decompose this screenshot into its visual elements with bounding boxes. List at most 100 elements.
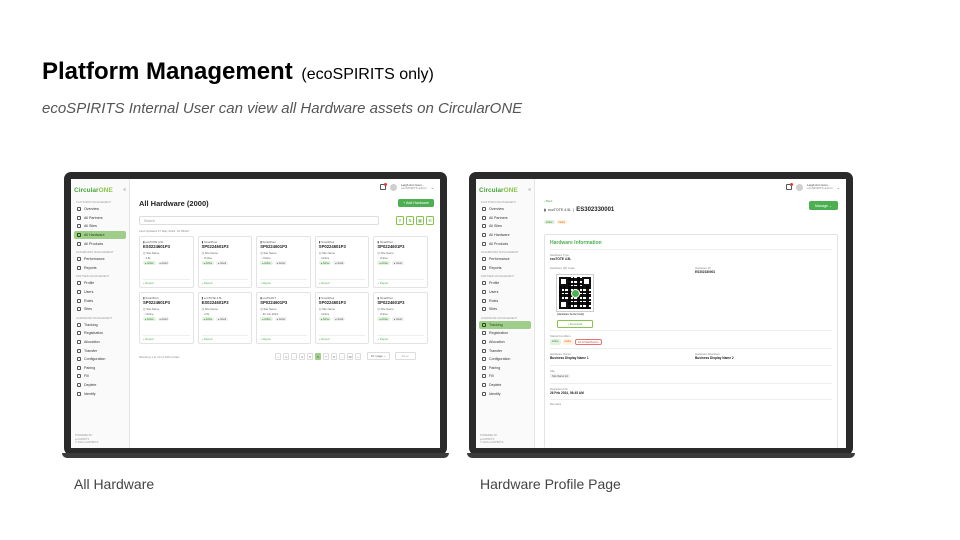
sidebar-item-all-products[interactable]: All Products [479,239,531,248]
report-link[interactable]: + Report [377,278,424,285]
collapse-sidebar-icon[interactable]: « [528,187,531,193]
sidebar-item-roles[interactable]: Roles [479,296,531,305]
sidebar-item-overview[interactable]: Overview [479,205,531,214]
page-button[interactable]: 4 [299,352,305,360]
sidebar-item-overview[interactable]: Overview [74,205,126,214]
sidebar-item-sites[interactable]: Sites [74,305,126,314]
sidebar-item-fill[interactable]: Fill [479,372,531,381]
hardware-card[interactable]: ▮ SmartPour SP0224601P3 ◎ Site Name ◌ Onlin… [314,236,370,288]
sidebar-item-transfer[interactable]: Transfer [479,346,531,355]
back-link[interactable]: ‹ Back [544,199,553,203]
registration-icon [77,331,81,336]
grid-view-icon[interactable]: ▦ [416,216,424,225]
status-badge: Active [544,220,555,224]
sidebar-item-allocation[interactable]: Allocation [74,338,126,347]
collapse-sidebar-icon[interactable]: « [123,187,126,193]
page-button[interactable]: ... [339,352,345,360]
sidebar-item-profile[interactable]: Profile [74,279,126,288]
sidebar-item-profile[interactable]: Profile [479,279,531,288]
avatar[interactable] [796,183,804,191]
sidebar-item-deplete[interactable]: Deplete [479,381,531,390]
filter-icon[interactable]: ⚲ [396,216,404,225]
avatar[interactable] [390,183,398,191]
hardware-card[interactable]: ▮ ecoPLANT SP0224601P3 ◎ Site Name ◌ 30 Jun… [256,292,311,344]
sidebar-item-reports[interactable]: Reports [74,264,126,273]
circularone-logo[interactable]: CircularONE [74,187,113,194]
download-button[interactable]: ⤓ Download [557,320,593,328]
page-button[interactable]: › [355,352,361,360]
sidebar-item-performance[interactable]: Performance [479,255,531,264]
sidebar-item-all-sites[interactable]: All Sites [479,222,531,231]
sidebar-item-tracking[interactable]: Tracking [74,321,126,330]
page-button[interactable]: ... [291,352,297,360]
hardware-card[interactable]: ▮ SmartPour SP0224601P3 ◎ Site Name ◌ Onlin… [139,292,194,344]
sidebar-item-all-hardware[interactable]: All Hardware [74,230,126,240]
page-button[interactable]: 1 [283,352,289,360]
page-button[interactable]: 8 [331,352,337,360]
sidebar-item-all-hardware[interactable]: All Hardware [479,231,531,240]
sidebar-item-configuration[interactable]: Configuration [479,355,531,364]
chevron-down-icon[interactable]: ⌄ [431,185,434,190]
hardware-card[interactable]: ▮ ecoTOTE 4.5L ES0224601P3 ◎ Site Name ◌ 4.… [139,236,194,288]
sidebar-item-tracking[interactable]: Tracking [479,320,531,330]
sidebar-item-all-partners[interactable]: All Partners [479,214,531,223]
report-link[interactable]: + Report [201,278,249,285]
hardware-card[interactable]: ▮ SmartPour SP0224601P3 ◎ Site Name ◌ Onlin… [373,236,428,288]
hardware-card[interactable]: ▮ SmartPour SP0224601P3 ◎ Site Name ◌ Onlin… [314,292,370,344]
notification-bell-icon[interactable] [380,183,388,190]
goto-page-input[interactable]: Go to [394,352,416,360]
sidebar-item-reports[interactable]: Reports [479,264,531,273]
chevron-down-icon[interactable]: ⌄ [837,185,840,190]
sidebar-item-allocation[interactable]: Allocation [479,338,531,347]
sidebar-item-transfer[interactable]: Transfer [74,346,126,355]
page-button[interactable]: 5 [307,352,313,360]
notification-bell-icon[interactable] [786,183,794,190]
sort-icon[interactable]: ⇅ [406,216,414,225]
report-link[interactable]: + Report [260,278,307,285]
search-input[interactable]: Search [139,216,379,225]
sidebar-item-identify[interactable]: Identify [74,389,126,398]
per-page-select[interactable]: 10 / page ⌄ [367,352,390,360]
list-view-icon[interactable]: ☰ [426,216,434,225]
hardware-card[interactable]: ▮ SmartPour SP0224601P3 ◎ Site Name ◌ Onlin… [373,292,428,344]
sidebar-item-pairing[interactable]: Pairing [74,364,126,373]
sidebar-item-all-sites[interactable]: All Sites [74,222,126,231]
report-link[interactable]: + Report [143,278,190,285]
add-hardware-button[interactable]: + Add Hardware [398,199,434,207]
sidebar-item-deplete[interactable]: Deplete [74,381,126,390]
sidebar-item-registration[interactable]: Registration [479,329,531,338]
report-link[interactable]: + Report [318,278,366,285]
sidebar-item-users[interactable]: Users [479,288,531,297]
report-link[interactable]: + Report [377,334,424,341]
page-button[interactable]: ‹ [275,352,281,360]
sidebar-item-performance[interactable]: Performance [74,255,126,264]
sidebar-item-fill[interactable]: Fill [74,372,126,381]
hardware-card[interactable]: ▮ SmartPour SP0224601P3 ◎ Site Name ◌ Onlin… [197,236,253,288]
sidebar-item-roles[interactable]: Roles [74,296,126,305]
sidebar-item-all-products[interactable]: All Products [74,239,126,248]
sidebar-item-users[interactable]: Users [74,288,126,297]
circularone-logo[interactable]: CircularONE [479,187,518,194]
fault-report-link[interactable]: Go to Fault Report › [575,339,603,345]
report-link[interactable]: + Report [260,334,307,341]
sidebar-item-registration[interactable]: Registration [74,329,126,338]
page-button[interactable]: 6 [315,352,321,360]
sidebar-item-sites[interactable]: Sites [479,305,531,314]
page-button[interactable]: 7 [323,352,329,360]
site-value[interactable]: Site Name 1A [550,374,571,378]
status-badge: ● Active [377,261,390,266]
report-link[interactable]: + Report [143,334,190,341]
sidebar-item-configuration[interactable]: Configuration [74,355,126,364]
manage-button[interactable]: Manage ⌄ [809,201,838,210]
report-link[interactable]: + Report [201,334,249,341]
sidebar-item-pairing[interactable]: Pairing [479,364,531,373]
hardware-card[interactable]: ▮ ecoTOTE 4.5L ES0224601P3 ◎ Site Name ◌ 4.… [197,292,253,344]
hardware-card[interactable]: ▮ SmartPour SP0224601P3 ◎ Site Name ◌ Onlin… [256,236,311,288]
transfer-icon [77,348,81,353]
page-button[interactable]: 10 [347,352,353,360]
hardware-serial: ES302330001 [576,207,615,213]
laptop-base [467,453,855,458]
report-link[interactable]: + Report [318,334,366,341]
sidebar-item-identify[interactable]: Identify [479,389,531,398]
sidebar-item-all-partners[interactable]: All Partners [74,214,126,223]
